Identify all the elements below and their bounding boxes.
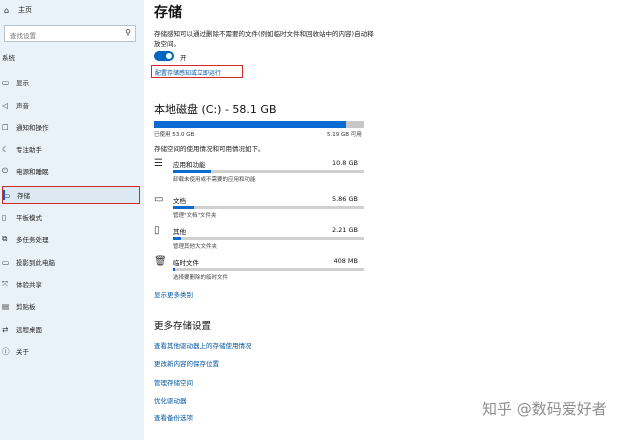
- page-title: 存储: [154, 5, 182, 21]
- category-usage-bar: [173, 268, 364, 271]
- documents-icon: ▭: [154, 194, 164, 205]
- clipboard-icon: ▤: [2, 301, 10, 311]
- show-more-categories-link[interactable]: 显示更多类别: [154, 289, 193, 299]
- sidebar-item-remote-desktop[interactable]: ⇄ 远程桌面: [2, 320, 140, 338]
- storage-sense-toggle[interactable]: [154, 51, 174, 61]
- category-size: 5.86 GB: [331, 195, 358, 203]
- project-icon: ▭: [2, 257, 10, 267]
- sidebar-item-label: 专注助手: [16, 146, 42, 154]
- section-label: 系统: [2, 54, 15, 62]
- category-usage-fill: [173, 206, 194, 209]
- sound-icon: ◁: [2, 100, 8, 110]
- sidebar-item-label: 显示: [16, 79, 29, 87]
- storage-icon: ▭: [3, 190, 11, 200]
- home-label: 主页: [18, 6, 32, 14]
- category-name: 文档: [173, 197, 186, 205]
- category-usage-fill: [173, 170, 212, 173]
- sidebar-item-clipboard[interactable]: ▤ 剪贴板: [2, 297, 140, 315]
- search-placeholder: 查找设置: [10, 32, 36, 40]
- storage-sense-description: 存储感知可以通过删除不需要的文件(例如临时文件和回收站中的内容)自动释放空间。: [154, 30, 374, 48]
- storage-category-documents[interactable]: ▭ 文档 5.86 GB 管理"文档"文件夹: [154, 193, 364, 223]
- configure-storage-sense-link[interactable]: 配置存储感知或立即运行: [155, 68, 221, 77]
- usage-description: 存储空间的使用情况和可用情况如下。: [154, 145, 265, 153]
- toggle-state-label: 开: [180, 54, 187, 62]
- category-description: 管理"文档"文件夹: [173, 213, 217, 219]
- category-usage-bar: [173, 170, 364, 173]
- sidebar-item-label: 投影到此电脑: [16, 259, 55, 267]
- trash-icon: 🗑: [154, 256, 167, 267]
- category-description: 选择要删除的临时文件: [173, 275, 229, 281]
- disk-usage-bar: [154, 121, 364, 128]
- configure-link-highlight: 配置存储感知或立即运行: [151, 65, 243, 78]
- sidebar-item-label: 多任务处理: [16, 236, 49, 244]
- sidebar-item-label: 电源和睡眠: [16, 168, 49, 176]
- category-size: 408 MB: [333, 257, 358, 265]
- more-storage-link[interactable]: 优化驱动器: [154, 395, 187, 405]
- tablet-icon: ▯: [2, 212, 7, 222]
- sidebar-item-label: 通知和操作: [16, 124, 49, 132]
- more-storage-link[interactable]: 查看备份选项: [154, 412, 193, 422]
- category-name: 临时文件: [173, 259, 199, 267]
- main-content: 存储 存储感知可以通过删除不需要的文件(例如临时文件和回收站中的内容)自动释放空…: [144, 0, 640, 440]
- category-usage-bar: [173, 206, 364, 209]
- storage-category-other[interactable]: ▯ 其他 2.21 GB 管理其他大文件夹: [154, 224, 364, 254]
- remote-desktop-icon: ⇄: [2, 324, 9, 334]
- sidebar-item-storage[interactable]: ▭ 存储: [2, 186, 140, 204]
- sidebar-item-share[interactable]: ⤧ 体验共享: [2, 275, 140, 293]
- sidebar-item-notification[interactable]: ☐ 通知和操作: [2, 118, 140, 136]
- storage-category-apps[interactable]: ☰ 应用和功能 10.8 GB 卸载未使用或不需要的应用和功能: [154, 157, 364, 187]
- category-usage-fill: [173, 268, 175, 271]
- home-link[interactable]: ⌂ 主页: [4, 5, 32, 15]
- power-icon: ⏻: [2, 166, 8, 175]
- sidebar-item-label: 平板模式: [16, 214, 42, 222]
- more-storage-link[interactable]: 更改新内容的保存位置: [154, 358, 219, 368]
- display-icon: ▭: [2, 77, 10, 87]
- sidebar-item-power[interactable]: ⏻ 电源和睡眠: [2, 162, 140, 180]
- sidebar-item-label: 声音: [16, 102, 29, 110]
- sidebar-item-multitasking[interactable]: ⧉ 多任务处理: [2, 230, 140, 248]
- sidebar-item-label: 体验共享: [16, 281, 42, 289]
- sidebar-item-label: 存储: [17, 192, 30, 200]
- storage-category-trash[interactable]: 🗑 临时文件 408 MB 选择要删除的临时文件: [154, 255, 364, 285]
- disk-usage-fill: [154, 121, 346, 128]
- about-icon: ⓘ: [2, 346, 10, 356]
- sidebar: ⌂ 主页 查找设置 ⚲ 系统 ▭ 显示 ◁ 声音 ☐ 通知和操作 ☾ 专注助手 ⏻ 电源和睡眠 ▭ 存…: [0, 0, 144, 440]
- sidebar-item-tablet[interactable]: ▯ 平板模式: [2, 208, 140, 226]
- share-icon: ⤧: [2, 279, 8, 288]
- category-usage-fill: [173, 237, 181, 240]
- notification-icon: ☐: [2, 122, 9, 132]
- sidebar-item-sound[interactable]: ◁ 声音: [2, 96, 140, 114]
- category-size: 2.21 GB: [331, 226, 358, 234]
- category-name: 应用和功能: [173, 161, 206, 169]
- more-storage-settings-title: 更多存储设置: [154, 321, 212, 332]
- sidebar-item-label: 关于: [16, 348, 29, 356]
- sidebar-item-project[interactable]: ▭ 投影到此电脑: [2, 253, 140, 271]
- sidebar-item-label: 远程桌面: [16, 326, 42, 334]
- sidebar-item-label: 剪贴板: [16, 303, 36, 311]
- sidebar-item-about[interactable]: ⓘ 关于: [2, 342, 140, 360]
- apps-icon: ☰: [154, 158, 163, 169]
- category-description: 卸载未使用或不需要的应用和功能: [173, 177, 256, 183]
- focus-assist-icon: ☾: [2, 144, 9, 154]
- sidebar-item-display[interactable]: ▭ 显示: [2, 73, 140, 91]
- search-input[interactable]: 查找设置 ⚲: [4, 25, 136, 42]
- disk-title: 本地磁盘 (C:) - 58.1 GB: [154, 103, 277, 116]
- category-usage-bar: [173, 237, 364, 240]
- available-space-label: 5.19 GB 可用: [327, 132, 362, 138]
- other-icon: ▯: [154, 225, 160, 236]
- multitasking-icon: ⧉: [2, 234, 8, 243]
- category-size: 10.8 GB: [331, 159, 358, 167]
- more-storage-link[interactable]: 管理存储空间: [154, 377, 193, 387]
- category-description: 管理其他大文件夹: [173, 244, 218, 250]
- category-name: 其他: [173, 228, 186, 236]
- more-storage-link[interactable]: 查看其他驱动器上的存储使用情况: [154, 340, 252, 350]
- sidebar-item-focus-assist[interactable]: ☾ 专注助手: [2, 140, 140, 158]
- watermark: 知乎 @数码爱好者: [482, 400, 607, 418]
- home-icon: ⌂: [4, 5, 10, 15]
- used-space-label: 已使用 53.0 GB: [154, 132, 195, 138]
- search-icon[interactable]: ⚲: [125, 28, 131, 37]
